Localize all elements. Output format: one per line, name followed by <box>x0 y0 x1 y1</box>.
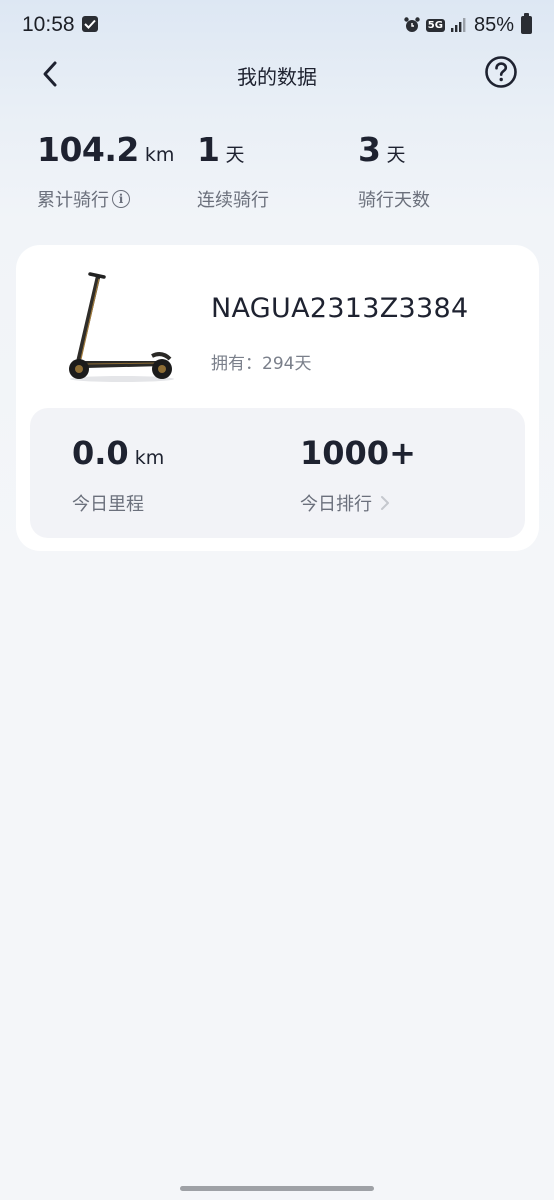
stat-unit: km <box>144 144 175 166</box>
today-stats: 0.0 km 今日里程 1000+ 今日排行 <box>30 408 525 538</box>
page-title: 我的数据 <box>237 65 317 89</box>
stat-total-distance: 104.2 km 累计骑行 i <box>37 130 174 212</box>
help-circle-icon <box>485 56 517 88</box>
battery-icon <box>521 13 532 34</box>
stat-unit: 天 <box>225 144 245 166</box>
help-button[interactable] <box>484 55 518 89</box>
stat-streak: 1 天 连续骑行 <box>197 130 269 212</box>
today-distance-label: 今日里程 <box>72 494 144 515</box>
stat-unit: 天 <box>386 144 406 166</box>
battery-percent: 85% <box>473 13 514 36</box>
notification-check-icon <box>82 16 98 32</box>
today-distance-unit: km <box>134 447 165 469</box>
status-indicators: 5G 85% <box>403 13 532 37</box>
stat-label: 骑行天数 <box>358 190 430 211</box>
status-time: 10:58 <box>22 13 75 36</box>
device-name: NAGUA2313Z3384 <box>211 293 469 324</box>
today-distance: 0.0 km 今日里程 <box>72 434 164 516</box>
chevron-right-icon <box>380 495 390 511</box>
device-card[interactable]: NAGUA2313Z3384 拥有：294天 0.0 km 今日里程 1000+… <box>16 245 539 551</box>
alarm-icon <box>404 17 420 32</box>
scooter-image <box>69 272 174 382</box>
stat-label: 累计骑行 <box>37 190 109 211</box>
today-distance-value: 0.0 <box>72 434 129 472</box>
signal-icon <box>450 18 466 32</box>
stat-value: 1 <box>197 130 220 169</box>
stat-value: 3 <box>358 130 381 169</box>
status-bar: 10:58 5G 85% <box>0 0 554 52</box>
device-owned-days: 拥有：294天 <box>211 354 312 374</box>
stat-label: 连续骑行 <box>197 190 269 211</box>
network-type-icon: 5G <box>425 18 445 32</box>
today-rank-value: 1000+ <box>300 434 416 472</box>
today-rank-link[interactable]: 1000+ 今日排行 <box>300 434 416 516</box>
stat-value: 104.2 <box>37 130 139 169</box>
app-header: 我的数据 <box>0 52 554 96</box>
stat-ride-days: 3 天 骑行天数 <box>358 130 430 212</box>
today-rank-label: 今日排行 <box>300 494 372 515</box>
home-indicator[interactable] <box>180 1186 374 1191</box>
summary-stats: 104.2 km 累计骑行 i 1 天 连续骑行 3 天 骑行天数 <box>0 130 554 220</box>
info-icon[interactable]: i <box>112 190 130 208</box>
